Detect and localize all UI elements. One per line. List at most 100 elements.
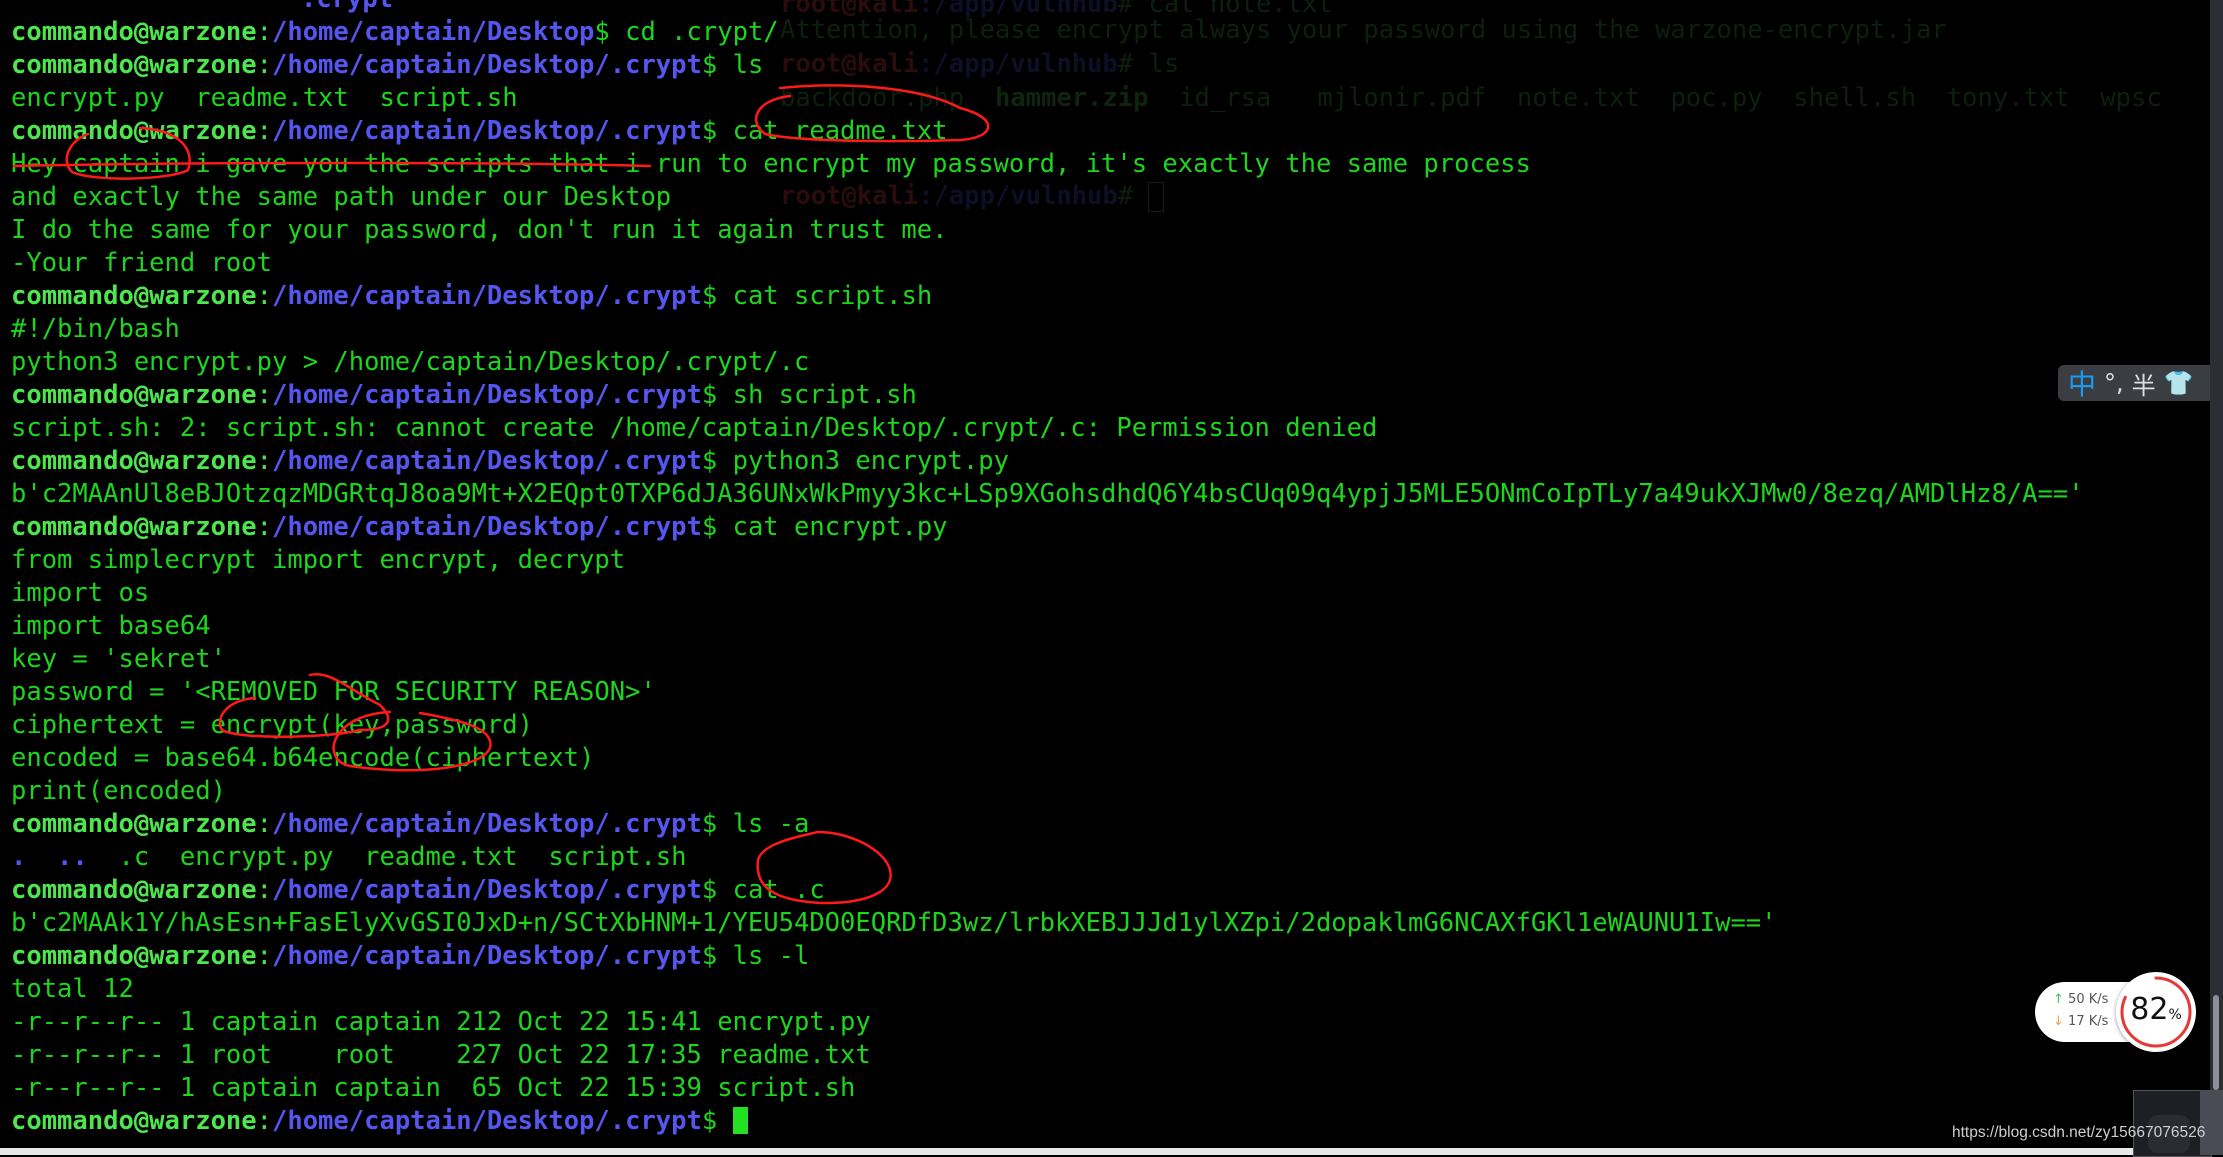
prompt-colon: : <box>256 116 272 146</box>
prompt-path: /home/captain/Desktop/.crypt <box>272 941 702 971</box>
prompt-path: /home/captain/Desktop/.crypt <box>272 281 702 311</box>
ime-width-toggle[interactable]: 半 <box>2132 366 2156 401</box>
prompt-user-host: commando@warzone <box>11 446 257 476</box>
terminal-scrollbar[interactable] <box>2210 0 2223 1148</box>
download-arrow-icon: ↓ <box>2053 1014 2064 1029</box>
prompt-user-host: commando@warzone <box>11 380 257 410</box>
output-line: Hey captain i gave you the scripts that … <box>11 148 2084 181</box>
output-line: -r--r--r-- 1 captain captain 212 Oct 22 … <box>11 1006 2084 1039</box>
output-line: and exactly the same path under our Desk… <box>11 181 2084 214</box>
prompt-dollar: $ <box>701 1106 718 1136</box>
upload-speed: ↑ 50 K/s <box>2053 992 2108 1007</box>
output-text: import os <box>11 578 150 608</box>
prompt-line: commando@warzone:/home/captain/Desktop/.… <box>11 49 2084 82</box>
prompt-dollar: $ <box>701 809 718 839</box>
ime-language-toggle[interactable]: 中 <box>2068 363 2096 403</box>
output-line: b'c2MAAnUl8eBJOtzqzMDGRtqJ8oa9Mt+X2EQpt0… <box>11 478 2084 511</box>
output-line: from simplecrypt import encrypt, decrypt <box>11 544 2084 577</box>
file-entries: .c encrypt.py readme.txt script.sh <box>87 842 687 872</box>
prompt-line: commando@warzone:/home/captain/Desktop/.… <box>11 511 2084 544</box>
prompt-line: commando@warzone:/home/captain/Desktop/.… <box>11 874 2084 907</box>
output-text: b'c2MAAk1Y/hAsEsn+FasElyXvGSI0JxD+n/SCtX… <box>11 908 1777 938</box>
output-text: -r--r--r-- 1 root root 227 Oct 22 17:35 … <box>11 1040 871 1070</box>
partial-text: .crypt <box>11 0 393 14</box>
output-text: Hey captain i gave you the scripts that … <box>11 149 1531 179</box>
prompt-colon: : <box>256 446 272 476</box>
output-text: python3 encrypt.py > /home/captain/Deskt… <box>11 347 810 377</box>
output-line: -r--r--r-- 1 root root 227 Oct 22 17:35 … <box>11 1039 2084 1072</box>
download-unit: K/s <box>2088 1014 2109 1029</box>
command-text: sh script.sh <box>717 380 917 410</box>
terminal-cursor[interactable] <box>732 1107 748 1134</box>
terminal-window[interactable]: root@kali:/app/vulnhub# cat note.txt Att… <box>0 0 2210 1148</box>
output-line: -r--r--r-- 1 captain captain 65 Oct 22 1… <box>11 1072 2084 1105</box>
prompt-path: /home/captain/Desktop/.crypt <box>272 809 702 839</box>
scrollbar-thumb[interactable] <box>2213 995 2219 1090</box>
command-text: cd .crypt/ <box>609 17 779 47</box>
output-line: key = 'sekret' <box>11 643 2084 676</box>
output-line: b'c2MAAk1Y/hAsEsn+FasElyXvGSI0JxD+n/SCtX… <box>11 907 2084 940</box>
command-text: ls -a <box>717 809 810 839</box>
prompt-dollar: $ <box>701 941 718 971</box>
prompt-dollar: $ <box>701 512 718 542</box>
output-line: script.sh: 2: script.sh: cannot create /… <box>11 412 2084 445</box>
command-text: cat script.sh <box>717 281 933 311</box>
scrolled-line: .crypt <box>11 0 2084 16</box>
prompt-path: /home/captain/Desktop/.crypt <box>272 446 702 476</box>
command-text: ls -l <box>717 941 810 971</box>
output-text: -r--r--r-- 1 captain captain 65 Oct 22 1… <box>11 1073 856 1103</box>
percent-sign: % <box>2168 1007 2182 1023</box>
output-line: import base64 <box>11 610 2084 643</box>
prompt-path: /home/captain/Desktop/.crypt <box>272 50 702 80</box>
shirt-icon[interactable]: 👕 <box>2164 369 2194 397</box>
prompt-line: commando@warzone:/home/captain/Desktop/.… <box>11 808 2084 841</box>
prompt-user-host: commando@warzone <box>11 809 257 839</box>
output-text: from simplecrypt import encrypt, decrypt <box>11 545 626 575</box>
prompt-path: /home/captain/Desktop/.crypt <box>272 512 702 542</box>
memory-usage-gauge[interactable]: 82% <box>2116 972 2196 1052</box>
prompt-dollar: $ <box>701 281 718 311</box>
output-line: encrypt.py readme.txt script.sh <box>11 82 2084 115</box>
prompt-colon: : <box>256 50 272 80</box>
prompt-user-host: commando@warzone <box>11 116 257 146</box>
command-text: cat encrypt.py <box>717 512 948 542</box>
ime-punctuation-toggle[interactable]: °, <box>2104 369 2124 397</box>
download-speed: ↓ 17 K/s <box>2053 1014 2108 1029</box>
panel-handle <box>2200 1090 2223 1155</box>
prompt-line: commando@warzone:/home/captain/Desktop/.… <box>11 280 2084 313</box>
prompt-dollar: $ <box>701 446 718 476</box>
prompt-colon: : <box>256 17 272 47</box>
output-line: #!/bin/bash <box>11 313 2084 346</box>
prompt-colon: : <box>256 1106 272 1136</box>
prompt-dollar: $ <box>701 875 718 905</box>
memory-percent: 82% <box>2116 992 2196 1027</box>
ime-toolbar[interactable]: 中 °, 半 👕 <box>2058 365 2223 401</box>
output-line: password = '<REMOVED FOR SECURITY REASON… <box>11 676 2084 709</box>
output-line: ciphertext = encrypt(key,password) <box>11 709 2084 742</box>
prompt-line: commando@warzone:/home/captain/Desktop$ … <box>11 16 2084 49</box>
prompt-line: commando@warzone:/home/captain/Desktop/.… <box>11 1105 2084 1138</box>
upload-unit: K/s <box>2088 992 2109 1007</box>
prompt-user-host: commando@warzone <box>11 1106 257 1136</box>
output-text: password = '<REMOVED FOR SECURITY REASON… <box>11 677 656 707</box>
output-text: key = 'sekret' <box>11 644 226 674</box>
output-text: and exactly the same path under our Desk… <box>11 182 672 212</box>
output-line: print(encoded) <box>11 775 2084 808</box>
command-text: python3 encrypt.py <box>717 446 1009 476</box>
prompt-path: /home/captain/Desktop/.crypt <box>272 1106 702 1136</box>
watermark: https://blog.csdn.net/zy15667076526 <box>1952 1124 2206 1141</box>
prompt-path: /home/captain/Desktop <box>272 17 595 47</box>
bottom-edge <box>0 1148 2133 1155</box>
output-line: encoded = base64.b64encode(ciphertext) <box>11 742 2084 775</box>
command-text: ls <box>717 50 764 80</box>
output-text: total 12 <box>11 974 134 1004</box>
prompt-dollar: $ <box>701 116 718 146</box>
prompt-colon: : <box>256 380 272 410</box>
prompt-line: commando@warzone:/home/captain/Desktop/.… <box>11 445 2084 478</box>
prompt-path: /home/captain/Desktop/.crypt <box>272 380 702 410</box>
output-line: python3 encrypt.py > /home/captain/Deskt… <box>11 346 2084 379</box>
output-line: total 12 <box>11 973 2084 1006</box>
download-value: 17 <box>2068 1014 2085 1029</box>
output-line: . .. .c encrypt.py readme.txt script.sh <box>11 841 2084 874</box>
command-text: cat .c <box>717 875 825 905</box>
